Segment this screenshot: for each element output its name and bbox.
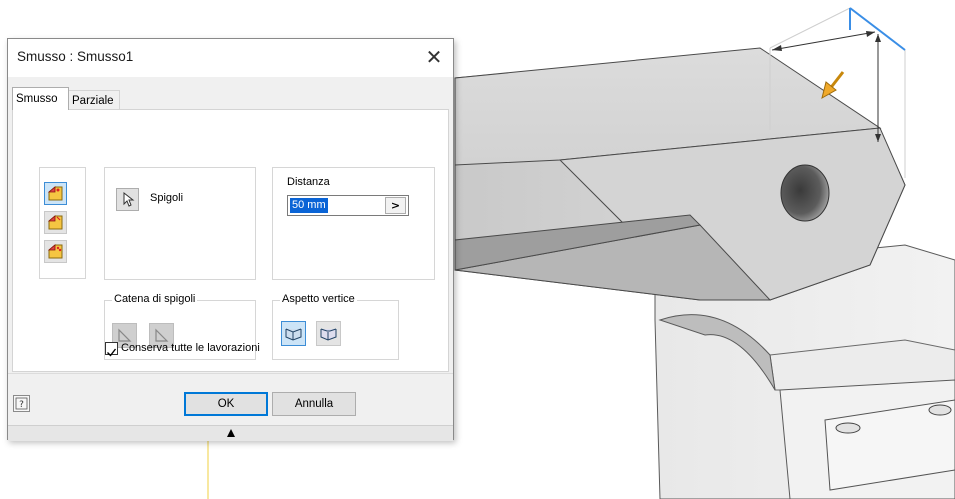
chamfer-distance-icon[interactable] (44, 182, 67, 205)
chevron-right-icon[interactable]: > (385, 197, 406, 214)
setback-off-icon[interactable] (281, 321, 306, 346)
dialog-title: Smusso : Smusso1 (17, 49, 134, 64)
distance-manipulator-arrow[interactable] (821, 71, 845, 100)
close-icon[interactable]: ✕ (421, 45, 447, 71)
edge-chain-label: Catena di spigoli (112, 293, 198, 305)
distance-input[interactable]: 50 mm > (287, 195, 409, 216)
cancel-button[interactable]: Annulla (272, 392, 356, 416)
expand-bar[interactable] (8, 425, 453, 441)
hole[interactable] (780, 164, 830, 222)
cursor-select-icon[interactable] (116, 188, 139, 211)
help-icon[interactable]: ? (13, 395, 30, 412)
vertex-setback-group: Aspetto vertice (272, 293, 399, 360)
chamfer-dialog: Smusso : Smusso1 ✕ Smusso Parziale Spigo… (7, 38, 454, 441)
tab-smusso[interactable]: Smusso (12, 87, 69, 110)
edges-group: Spigoli (104, 167, 256, 280)
chevron-up-icon (227, 429, 235, 437)
preserve-features-checkbox[interactable] (105, 342, 118, 357)
setback-on-icon[interactable] (316, 321, 341, 346)
title-bar[interactable]: Smusso : Smusso1 ✕ (8, 39, 453, 77)
distance-value: 50 mm (290, 198, 328, 213)
vertex-setback-label: Aspetto vertice (280, 293, 357, 305)
button-bar: ? OK Annulla (8, 373, 453, 426)
chamfer-two-distances-icon[interactable] (44, 240, 67, 263)
edges-label: Spigoli (150, 192, 184, 204)
chamfer-distance-angle-icon[interactable] (44, 211, 67, 234)
svg-text:?: ? (19, 400, 24, 410)
method-group (39, 167, 86, 279)
ok-button[interactable]: OK (184, 392, 268, 416)
distance-label: Distanza (287, 176, 330, 188)
tab-parziale[interactable]: Parziale (68, 90, 120, 110)
distance-dimension (771, 31, 876, 51)
preserve-features-label[interactable]: Conserva tutte le lavorazioni (121, 342, 260, 354)
distance-group: Distanza 50 mm > (272, 167, 435, 280)
tab-panel-smusso: Spigoli Distanza 50 mm > Catena di spigo… (12, 109, 449, 372)
